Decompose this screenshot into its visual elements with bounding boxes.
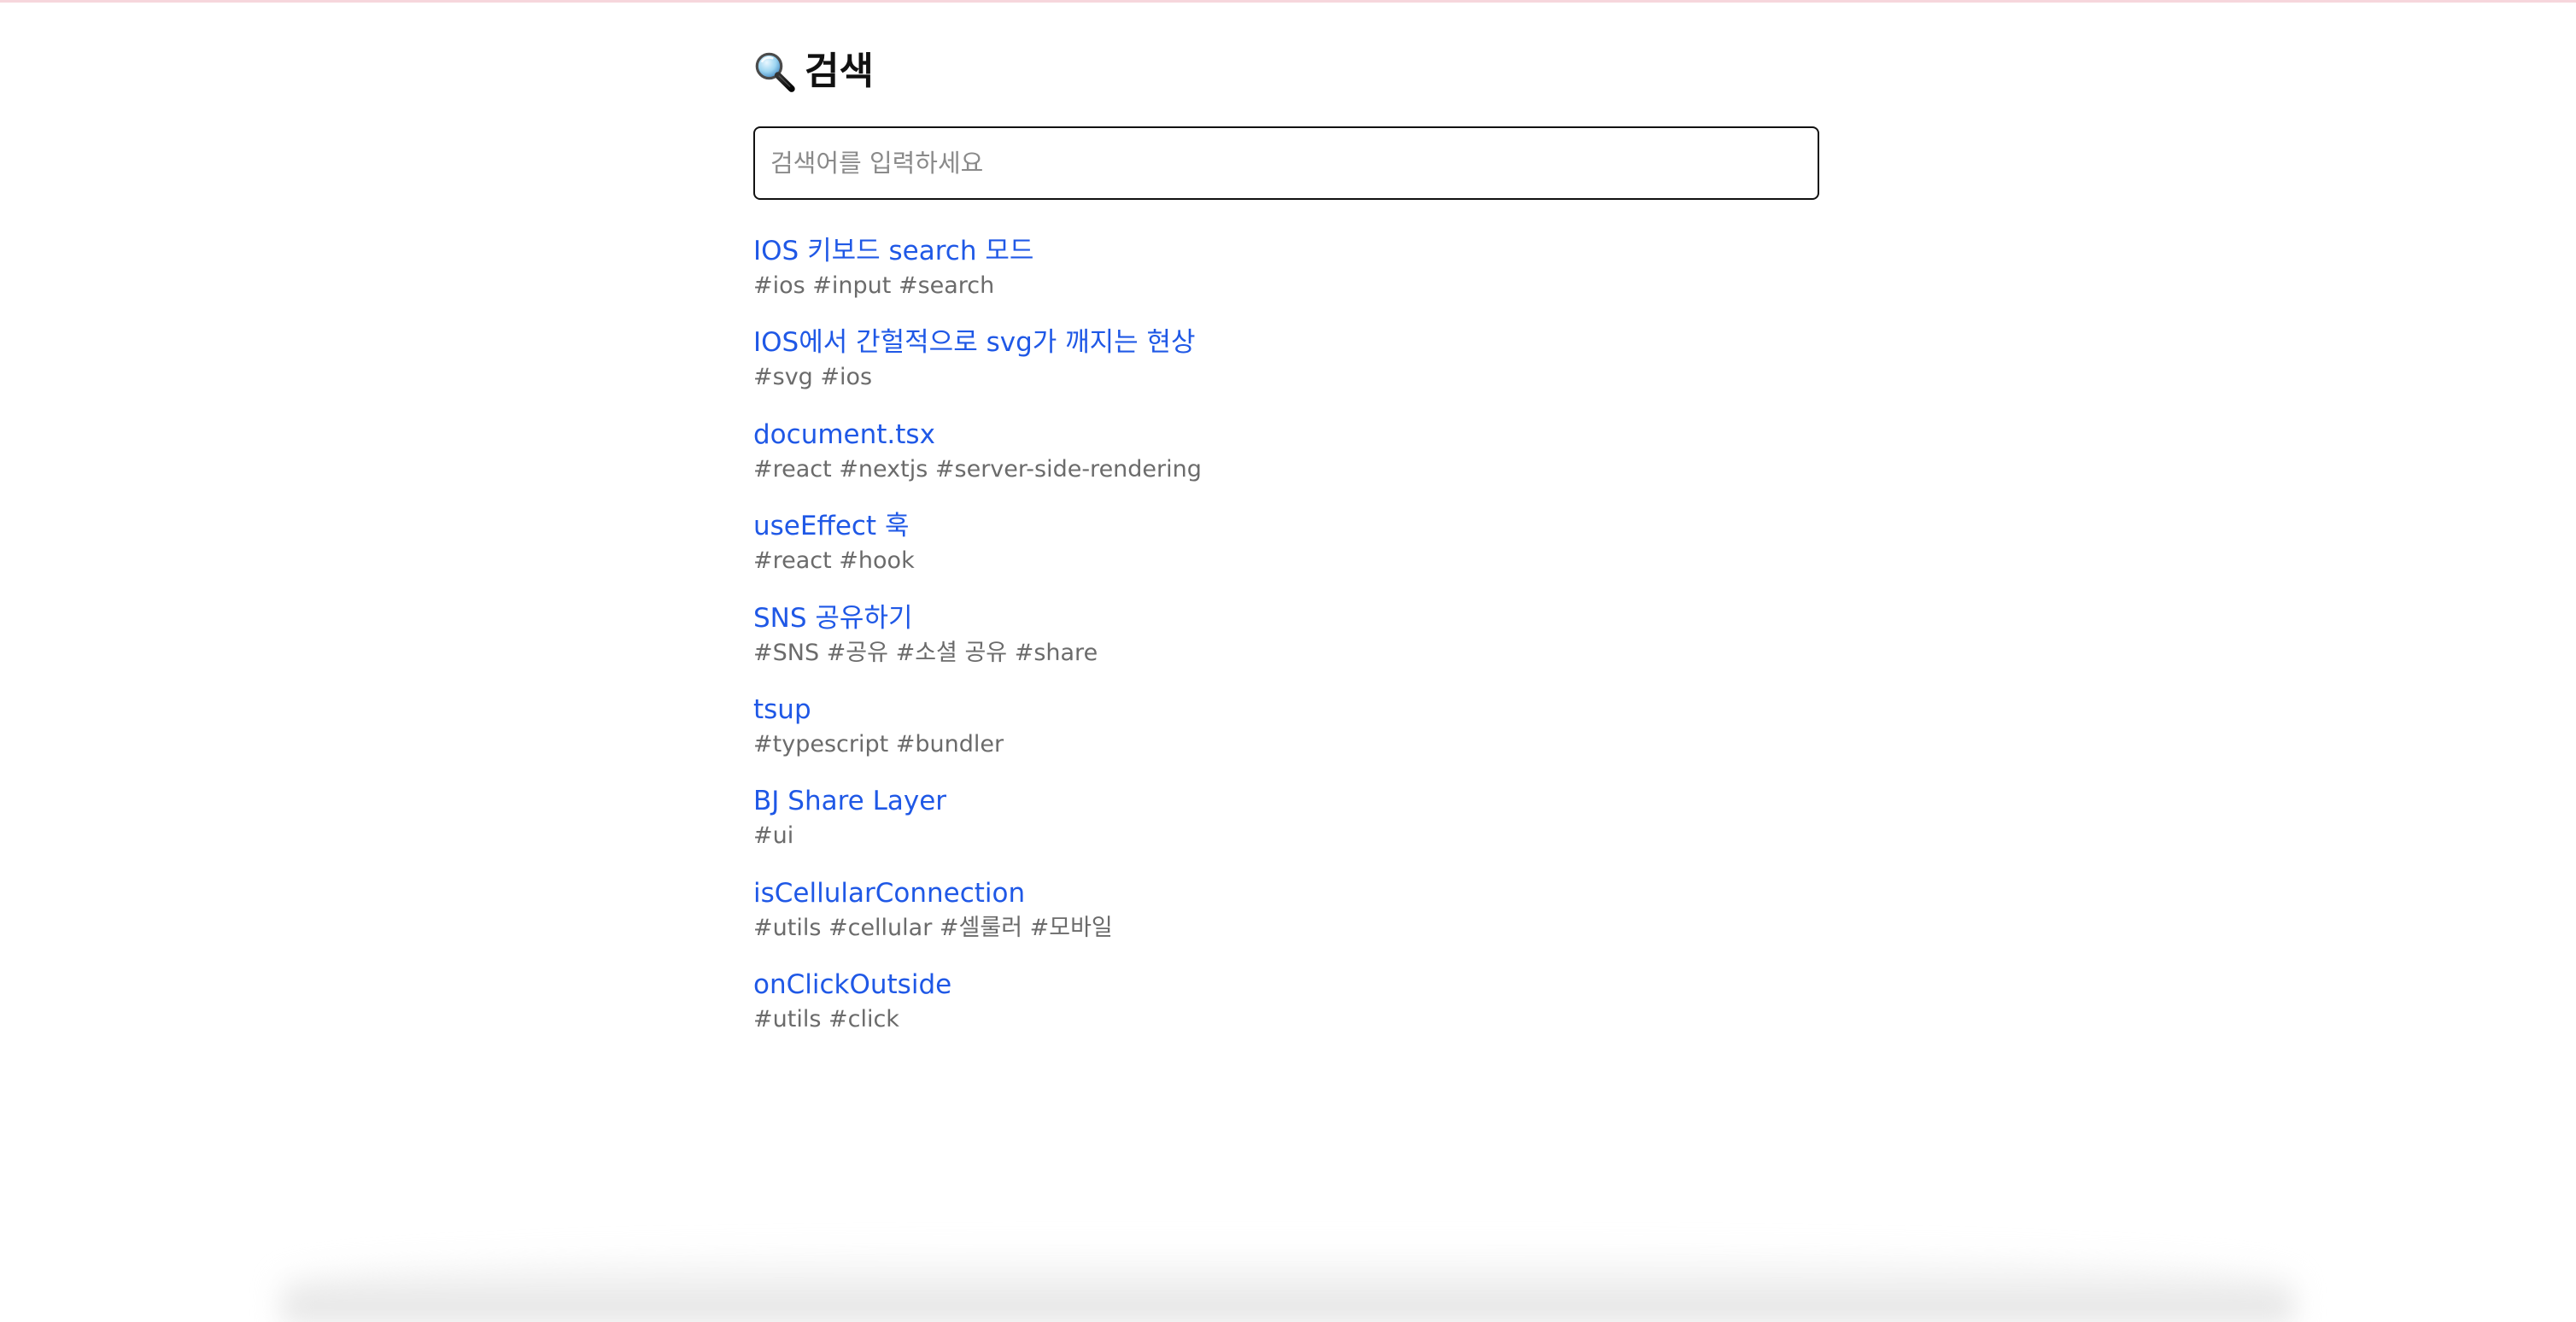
magnifying-glass-icon xyxy=(753,50,796,93)
search-result-link[interactable]: SNS 공유하기 xyxy=(753,600,1819,637)
bottom-scroll-shadow xyxy=(282,1245,2294,1322)
search-result-link[interactable]: useEffect 훅 xyxy=(753,507,1819,545)
search-result-item: onClickOutside #utils #click xyxy=(753,966,1819,1057)
search-result-item: BJ Share Layer #ui xyxy=(753,782,1819,874)
search-result-tags: #ui xyxy=(753,822,794,850)
search-result-item: IOS 키보드 search 모드 #ios #input #search xyxy=(753,232,1819,324)
search-result-item: isCellularConnection #utils #cellular #셀… xyxy=(753,875,1819,966)
search-result-item: tsup #typescript #bundler xyxy=(753,691,1819,782)
search-box[interactable] xyxy=(753,126,1819,200)
search-result-link[interactable]: BJ Share Layer xyxy=(753,782,1819,820)
search-result-link[interactable]: onClickOutside xyxy=(753,966,1819,1003)
page-title-text: 검색 xyxy=(805,50,874,93)
search-result-link[interactable]: IOS 키보드 search 모드 xyxy=(753,232,1819,270)
search-result-tags: #ios #input #search xyxy=(753,272,995,299)
top-divider xyxy=(0,0,2576,3)
search-page: 검색 IOS 키보드 search 모드 #ios #input #search… xyxy=(753,48,1819,1058)
search-result-tags: #utils #cellular #셀룰러 #모바일 xyxy=(753,914,1113,941)
search-result-link[interactable]: document.tsx xyxy=(753,416,1819,453)
search-result-item: useEffect 훅 #react #hook xyxy=(753,507,1819,599)
search-result-link[interactable]: IOS에서 간헐적으로 svg가 깨지는 현상 xyxy=(753,324,1819,361)
search-result-tags: #utils #click xyxy=(753,1006,899,1033)
page-title: 검색 xyxy=(753,48,1819,96)
search-result-tags: #react #hook xyxy=(753,547,915,575)
search-result-tags: #svg #ios xyxy=(753,364,873,391)
search-result-item: IOS에서 간헐적으로 svg가 깨지는 현상 #svg #ios xyxy=(753,324,1819,415)
search-result-tags: #react #nextjs #server-side-rendering xyxy=(753,455,1202,483)
search-results-list: IOS 키보드 search 모드 #ios #input #search IO… xyxy=(753,232,1819,1058)
search-result-tags: #SNS #공유 #소셜 공유 #share xyxy=(753,639,1098,666)
search-result-item: SNS 공유하기 #SNS #공유 #소셜 공유 #share xyxy=(753,600,1819,691)
search-result-link[interactable]: tsup xyxy=(753,691,1819,728)
search-result-link[interactable]: isCellularConnection xyxy=(753,875,1819,912)
search-input[interactable] xyxy=(755,128,1818,198)
search-result-tags: #typescript #bundler xyxy=(753,730,1004,758)
search-result-item: document.tsx #react #nextjs #server-side… xyxy=(753,416,1819,507)
